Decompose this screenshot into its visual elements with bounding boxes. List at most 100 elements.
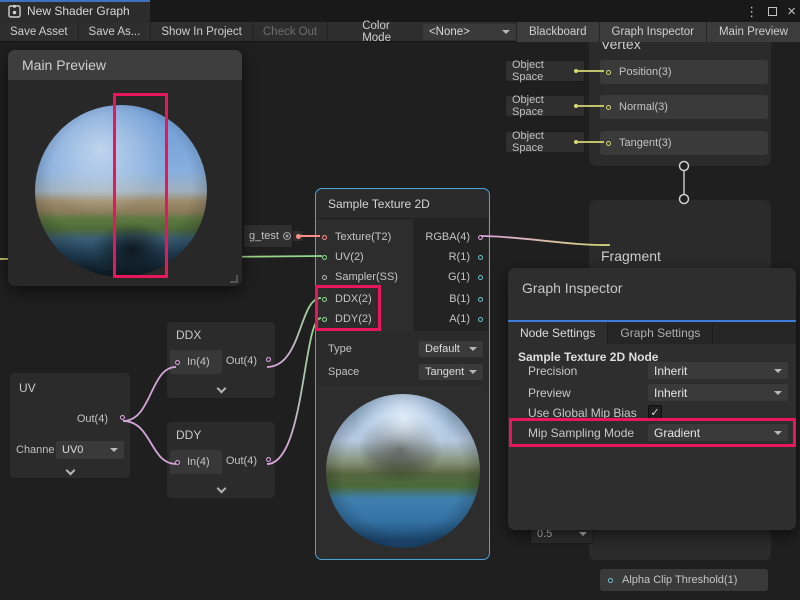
rgba-output-row[interactable]: RGBA(4) xyxy=(425,227,483,247)
a-output-row[interactable]: A(1) xyxy=(449,309,483,329)
type-label: Type xyxy=(328,343,352,355)
preview-dropdown[interactable]: Inherit xyxy=(648,384,788,401)
a-output-port[interactable] xyxy=(478,317,483,322)
chevron-down-icon xyxy=(502,30,510,34)
sample-texture-2d-node[interactable]: Sample Texture 2D Texture(T2) UV(2) Samp… xyxy=(315,188,490,560)
b-output-label: B(1) xyxy=(449,293,470,305)
uv-collapse-toggle[interactable] xyxy=(10,463,130,477)
main-preview-title: Main Preview xyxy=(22,57,106,73)
vertex-position-row[interactable]: Position(3) xyxy=(600,60,768,84)
g-output-row[interactable]: G(1) xyxy=(448,267,483,287)
normal-label: Normal(3) xyxy=(619,101,668,113)
chevron-down-icon xyxy=(216,483,226,493)
mip-mode-value: Gradient xyxy=(654,426,700,440)
ddx-out-label: Out(4) xyxy=(226,355,257,367)
b-output-port[interactable] xyxy=(478,297,483,302)
uv-input-row[interactable]: UV(2) xyxy=(322,247,364,267)
blackboard-toggle-button[interactable]: Blackboard xyxy=(516,22,599,42)
save-asset-button[interactable]: Save Asset xyxy=(0,22,79,42)
ddy-collapse-toggle[interactable] xyxy=(167,480,275,496)
texture-property-chip[interactable]: g_test xyxy=(243,224,293,248)
position-space-chip[interactable]: Object Space xyxy=(505,60,585,82)
ddy-out-port[interactable] xyxy=(266,457,271,462)
maximize-icon[interactable] xyxy=(768,7,777,16)
uv-node[interactable]: UV Out(4) Channe UV0 xyxy=(10,373,130,478)
chevron-down-icon xyxy=(774,369,782,373)
resize-handle[interactable] xyxy=(230,275,238,283)
edge-ddyout-ddyin xyxy=(267,318,321,464)
ddy-node[interactable]: DDY In(4) Out(4) xyxy=(167,422,275,498)
position-space-label: Object Space xyxy=(512,59,574,83)
close-icon[interactable]: × xyxy=(787,4,796,19)
sampler-input-row[interactable]: Sampler(SS) xyxy=(322,267,398,287)
texture-input-port[interactable] xyxy=(322,235,327,240)
tangent-space-chip[interactable]: Object Space xyxy=(505,131,585,153)
texture-property-port[interactable] xyxy=(292,230,304,242)
texture-preview-sphere xyxy=(326,394,480,548)
property-indicator-icon xyxy=(283,232,291,240)
r-output-label: R(1) xyxy=(449,251,470,263)
vertex-tangent-row[interactable]: Tangent(3) xyxy=(600,131,768,155)
space-dropdown[interactable]: Tangent xyxy=(419,364,483,380)
precision-value: Inherit xyxy=(654,364,687,378)
sampler-input-port[interactable] xyxy=(322,275,327,280)
normal-port[interactable] xyxy=(606,105,611,110)
texture-input-row[interactable]: Texture(T2) xyxy=(322,227,391,247)
mip-bias-label: Use Global Mip Bias xyxy=(528,406,637,420)
tangent-label: Tangent(3) xyxy=(619,137,672,149)
ddx-input-row[interactable]: DDX(2) xyxy=(322,289,372,309)
uv-out-label: Out(4) xyxy=(77,413,108,425)
save-as-button[interactable]: Save As... xyxy=(79,22,152,42)
uv-out-port[interactable] xyxy=(120,415,125,420)
alpha-clip-row[interactable]: Alpha Clip Threshold(1) xyxy=(600,569,768,591)
uv-input-port[interactable] xyxy=(322,255,327,260)
tab-graph-settings[interactable]: Graph Settings xyxy=(608,322,713,344)
a-output-label: A(1) xyxy=(449,313,470,325)
uv-channel-dropdown[interactable]: UV0 xyxy=(56,441,124,459)
mip-mode-label: Mip Sampling Mode xyxy=(528,426,634,440)
ddx-in-port[interactable] xyxy=(175,360,180,365)
shader-graph-window: New Shader Graph ⋮ × Save Asset Save As.… xyxy=(0,0,800,600)
position-port[interactable] xyxy=(606,70,611,75)
ddy-input-port[interactable] xyxy=(322,317,327,322)
r-output-row[interactable]: R(1) xyxy=(449,247,483,267)
alpha-clip-port[interactable] xyxy=(608,578,613,583)
ddx-node[interactable]: DDX In(4) Out(4) xyxy=(167,322,275,398)
ddx-out-port[interactable] xyxy=(266,357,271,362)
main-preview-panel[interactable]: Main Preview xyxy=(8,50,242,286)
ddx-in-slot[interactable]: In(4) xyxy=(170,350,222,374)
chevron-down-icon xyxy=(469,370,477,374)
ddy-in-slot[interactable]: In(4) xyxy=(170,450,222,474)
tab-node-settings[interactable]: Node Settings xyxy=(508,322,608,344)
main-preview-header[interactable]: Main Preview xyxy=(8,50,242,80)
r-output-port[interactable] xyxy=(478,255,483,260)
g-output-port[interactable] xyxy=(478,275,483,280)
main-preview-sphere xyxy=(35,105,207,277)
vertex-node[interactable]: Vertex Position(3) Normal(3) Tangent(3) xyxy=(589,42,771,166)
tab-title: New Shader Graph xyxy=(27,4,130,18)
rgba-output-port[interactable] xyxy=(478,235,483,240)
b-output-row[interactable]: B(1) xyxy=(449,289,483,309)
color-mode-dropdown[interactable]: <None> xyxy=(423,24,516,40)
vertex-normal-row[interactable]: Normal(3) xyxy=(600,95,768,119)
mip-mode-dropdown[interactable]: Gradient xyxy=(648,424,788,441)
tab-new-shader-graph[interactable]: New Shader Graph xyxy=(0,0,150,22)
graph-canvas[interactable]: Vertex Position(3) Normal(3) Tangent(3) … xyxy=(0,42,800,600)
tangent-port[interactable] xyxy=(606,141,611,146)
precision-dropdown[interactable]: Inherit xyxy=(648,362,788,379)
ddy-in-port[interactable] xyxy=(175,460,180,465)
ddx-input-port[interactable] xyxy=(322,297,327,302)
mip-bias-checkbox[interactable]: ✓ xyxy=(648,405,662,419)
toolbar: Save Asset Save As... Show In Project Ch… xyxy=(0,22,800,42)
ddx-collapse-toggle[interactable] xyxy=(167,380,275,396)
type-dropdown[interactable]: Default xyxy=(419,341,483,357)
window-menu-icon[interactable]: ⋮ xyxy=(745,5,758,18)
graph-inspector-panel[interactable]: Graph Inspector Node Settings Graph Sett… xyxy=(508,268,796,530)
ddx-in-label: In(4) xyxy=(187,356,210,368)
main-preview-toggle-button[interactable]: Main Preview xyxy=(706,22,800,42)
show-in-project-button[interactable]: Show In Project xyxy=(151,22,253,42)
graph-inspector-toggle-button[interactable]: Graph Inspector xyxy=(599,22,706,42)
ddy-input-row[interactable]: DDY(2) xyxy=(322,309,372,329)
normal-space-chip[interactable]: Object Space xyxy=(505,95,585,117)
tab-accent-line xyxy=(0,0,150,2)
